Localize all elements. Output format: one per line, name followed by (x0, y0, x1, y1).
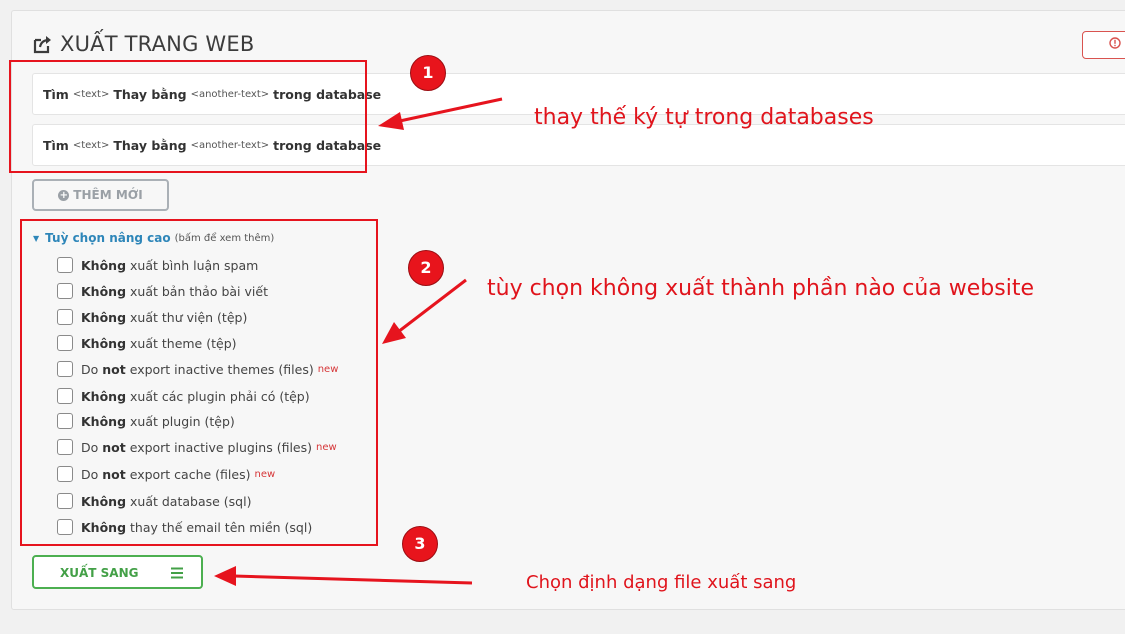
annotation-arrow-3 (233, 574, 473, 585)
annotation-arrow-1 (394, 97, 503, 124)
arrow-head-icon (378, 112, 404, 130)
annotation-arrow-2 (397, 278, 467, 334)
annotation-arrows (214, 97, 503, 586)
arrow-head-icon (214, 566, 236, 586)
arrow-head-icon (382, 322, 406, 344)
